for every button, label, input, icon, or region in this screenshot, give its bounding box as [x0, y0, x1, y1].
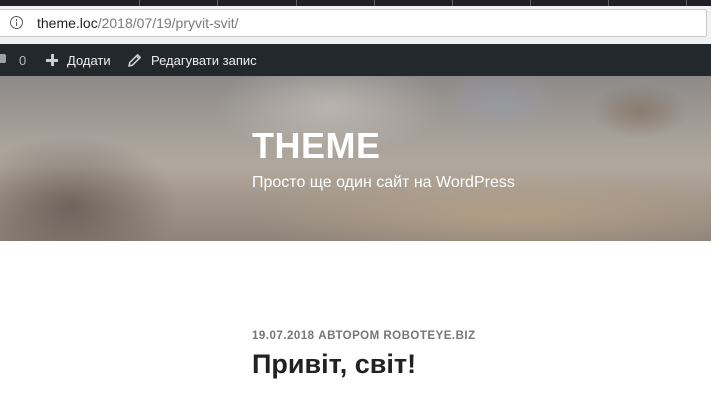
post-date[interactable]: 19.07.2018 [252, 330, 315, 342]
add-new-button[interactable]: Додати [67, 44, 111, 76]
admin-bar: 0 Додати Редагувати запис [0, 44, 711, 76]
url-host: theme.loc [37, 15, 98, 31]
author-prefix: АВТОРОМ [318, 330, 380, 342]
site-description: Просто ще один сайт на WordPress [252, 174, 515, 191]
post-author[interactable]: ROBOTEYE.BIZ [383, 330, 475, 342]
browser-toolbar: theme.loc/2018/07/19/pryvit-svit/ [0, 6, 711, 45]
comments-count[interactable]: 0 [19, 44, 26, 76]
pencil-icon[interactable] [128, 53, 142, 67]
site-title[interactable]: THEME [252, 126, 381, 166]
post-meta: 19.07.2018 АВТОРОМ ROBOTEYE.BIZ [252, 330, 476, 342]
info-icon[interactable] [10, 16, 23, 29]
address-bar[interactable]: theme.loc/2018/07/19/pryvit-svit/ [0, 9, 707, 37]
url-path: /2018/07/19/pryvit-svit/ [97, 15, 239, 31]
plus-icon[interactable] [46, 54, 58, 66]
post-title[interactable]: Привіт, світ! [252, 347, 416, 381]
url-text[interactable]: theme.loc/2018/07/19/pryvit-svit/ [37, 15, 239, 31]
edit-post-button[interactable]: Редагувати запис [151, 44, 257, 76]
comment-icon[interactable] [0, 54, 6, 63]
site-header: THEME Просто ще один сайт на WordPress [0, 76, 711, 241]
